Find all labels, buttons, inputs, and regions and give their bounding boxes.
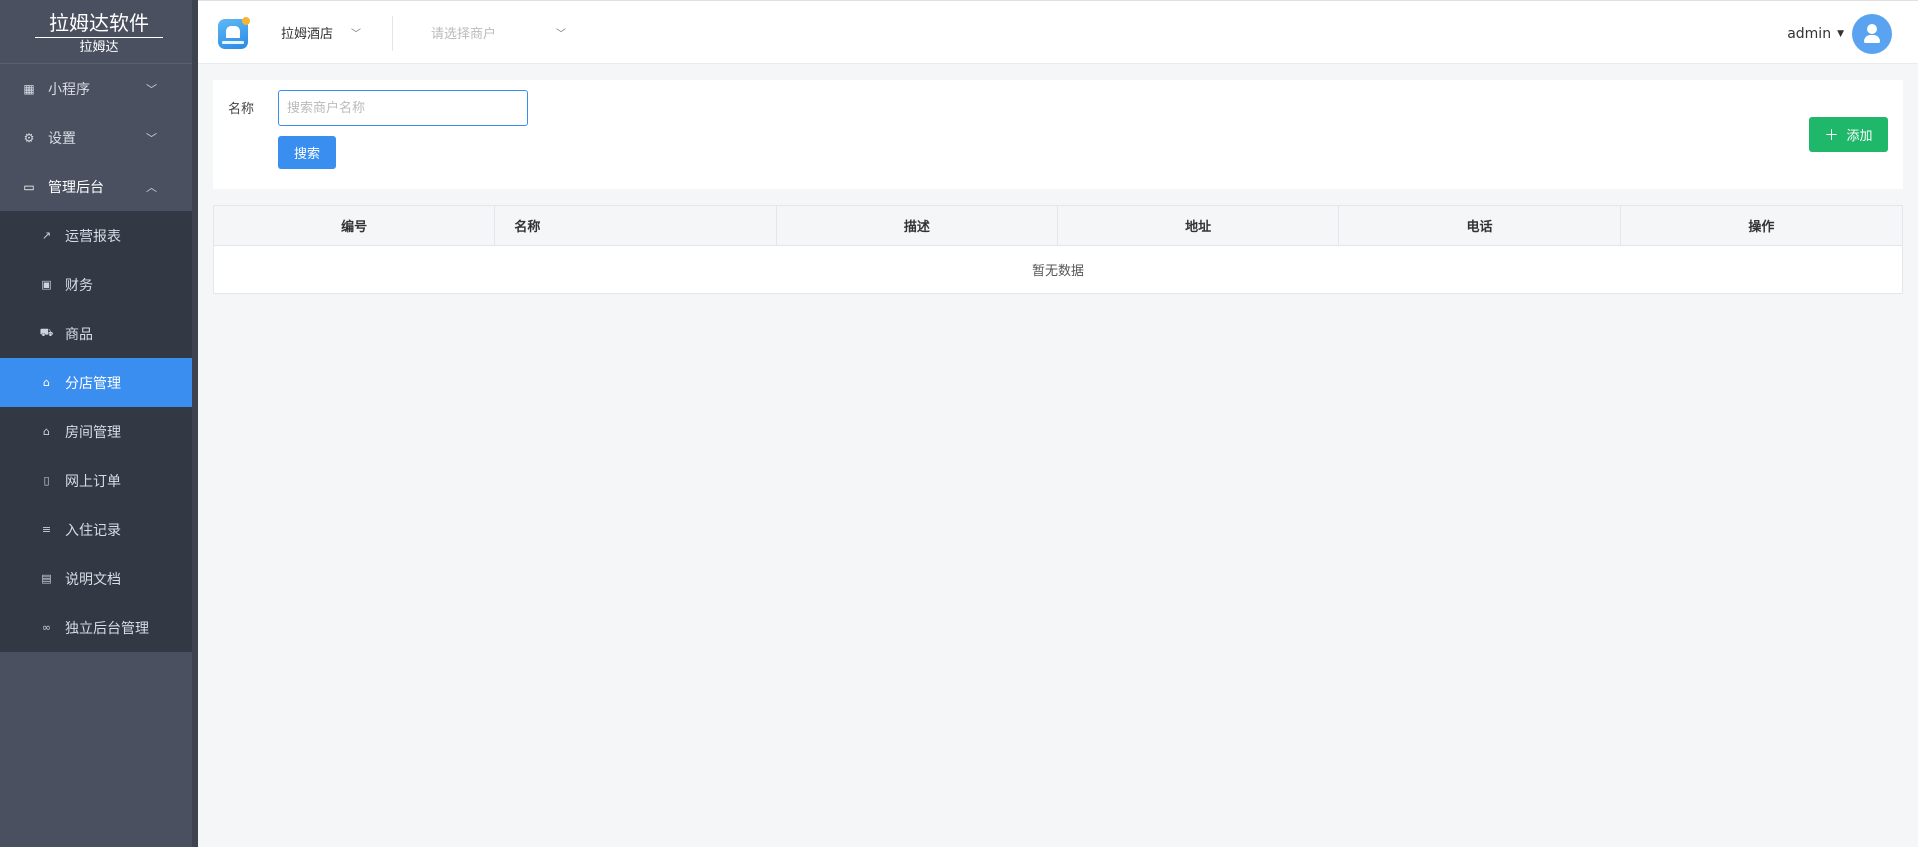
sidebar-shade (192, 0, 198, 847)
sidebar: 拉姆达软件 拉姆达 ▦ 小程序 ﹀ ⚙ 设置 ﹀ ▭ 管理后台 ︿ ↗ 运营报表… (0, 0, 198, 847)
sidebar-item-admin[interactable]: ▭ 管理后台 ︿ (0, 162, 192, 211)
sidebar-item-label: 运营报表 (65, 228, 121, 245)
column-header-id: 编号 (214, 206, 496, 245)
list-icon: ≡ (41, 523, 52, 536)
table-header: 编号 名称 描述 地址 电话 操作 (214, 206, 1902, 246)
admin-submenu: ↗ 运营报表 ▣ 财务 ⛟ 商品 ⌂ 分店管理 ⌂ 房间管理 ▯ 网上订单 ≡ … (0, 211, 192, 652)
chevron-down-icon: ﹀ (146, 131, 157, 145)
search-button[interactable]: 搜索 (278, 136, 336, 169)
sidebar-item-checkins[interactable]: ≡ 入住记录 (0, 505, 192, 554)
home-icon: ⌂ (43, 376, 50, 389)
mobile-icon: ▯ (43, 474, 50, 487)
link-icon: ∞ (41, 621, 52, 634)
user-name: admin (1787, 26, 1832, 42)
sidebar-item-standalone-admin[interactable]: ∞ 独立后台管理 (0, 603, 192, 652)
empty-state: 暂无数据 (1031, 264, 1084, 279)
sidebar-item-label: 网上订单 (65, 473, 121, 490)
brand-title: 拉姆达软件 (35, 10, 163, 38)
merchant-select[interactable]: 请选择商户 ﹀ (431, 23, 566, 42)
sidebar-item-branches[interactable]: ⌂ 分店管理 (0, 358, 192, 407)
sidebar-item-label: 分店管理 (65, 375, 121, 392)
sidebar-item-reports[interactable]: ↗ 运营报表 (0, 211, 192, 260)
chevron-down-icon: ﹀ (146, 82, 157, 96)
plus-icon: ＋ (1824, 127, 1839, 144)
cart-icon: ⛟ (39, 326, 54, 339)
sidebar-item-label: 商品 (65, 326, 93, 343)
sidebar-item-label: 财务 (65, 277, 93, 294)
brand: 拉姆达软件 拉姆达 (0, 0, 198, 64)
sidebar-item-miniprogram[interactable]: ▦ 小程序 ﹀ (0, 64, 192, 113)
app-logo-icon (218, 17, 250, 49)
column-header-name: 名称 (495, 206, 777, 245)
chevron-up-icon: ︿ (146, 180, 157, 194)
caret-down-icon: ▼ (1837, 29, 1844, 39)
column-header-actions: 操作 (1748, 220, 1775, 235)
sidebar-item-label: 说明文档 (65, 571, 121, 588)
header-divider (392, 16, 393, 51)
sidebar-item-label: 房间管理 (65, 424, 121, 441)
logo-text-bar (222, 41, 244, 44)
avatar[interactable] (1852, 14, 1892, 54)
store-select-value: 拉姆酒店 (281, 27, 334, 42)
trend-icon: ↗ (41, 229, 52, 242)
sidebar-item-rooms[interactable]: ⌂ 房间管理 (0, 407, 192, 456)
top-header: 拉姆酒店 ﹀ 请选择商户 ﹀ admin ▼ (198, 0, 1918, 64)
column-header-address: 地址 (1058, 206, 1340, 245)
gear-icon: ⚙ (23, 130, 35, 145)
name-label: 名称 (228, 102, 255, 117)
grid-icon: ▦ (23, 81, 35, 96)
money-icon: ▣ (41, 278, 52, 291)
building-icon: ⌂ (43, 425, 50, 438)
sidebar-item-products[interactable]: ⛟ 商品 (0, 309, 192, 358)
sidebar-item-label: 小程序 (48, 81, 90, 98)
sidebar-item-label: 独立后台管理 (65, 620, 149, 637)
sidebar-item-settings[interactable]: ⚙ 设置 ﹀ (0, 113, 192, 162)
chevron-down-icon: ﹀ (556, 29, 567, 40)
store-select[interactable]: 拉姆酒店 ﹀ (281, 23, 361, 42)
sidebar-item-finance[interactable]: ▣ 财务 (0, 260, 192, 309)
filter-panel: 名称 搜索 ＋ 添加 (213, 80, 1903, 189)
logo-building (226, 26, 240, 38)
add-button-label: 添加 (1846, 129, 1873, 144)
avatar-body (1864, 35, 1880, 43)
sidebar-item-docs[interactable]: ▤ 说明文档 (0, 554, 192, 603)
sidebar-item-label: 管理后台 (48, 179, 104, 196)
file-icon: ▤ (41, 572, 52, 585)
user-menu[interactable]: admin ▼ (1787, 14, 1892, 54)
add-button[interactable]: ＋ 添加 (1809, 117, 1888, 152)
monitor-icon: ▭ (23, 179, 35, 194)
brand-subtitle: 拉姆达 (79, 40, 119, 55)
avatar-head (1867, 24, 1877, 34)
branch-table: 编号 名称 描述 地址 电话 操作 暂无数据 (213, 205, 1903, 294)
search-input[interactable] (278, 90, 528, 126)
merchant-select-placeholder: 请选择商户 (431, 27, 497, 42)
chevron-down-icon: ﹀ (351, 29, 362, 40)
column-header-phone: 电话 (1339, 206, 1621, 245)
sidebar-item-label: 设置 (48, 130, 76, 147)
column-header-description: 描述 (777, 206, 1058, 245)
sidebar-item-orders[interactable]: ▯ 网上订单 (0, 456, 192, 505)
sidebar-nav: ▦ 小程序 ﹀ ⚙ 设置 ﹀ ▭ 管理后台 ︿ ↗ 运营报表 ▣ 财务 ⛟ 商品… (0, 64, 192, 652)
sidebar-item-label: 入住记录 (65, 522, 121, 539)
